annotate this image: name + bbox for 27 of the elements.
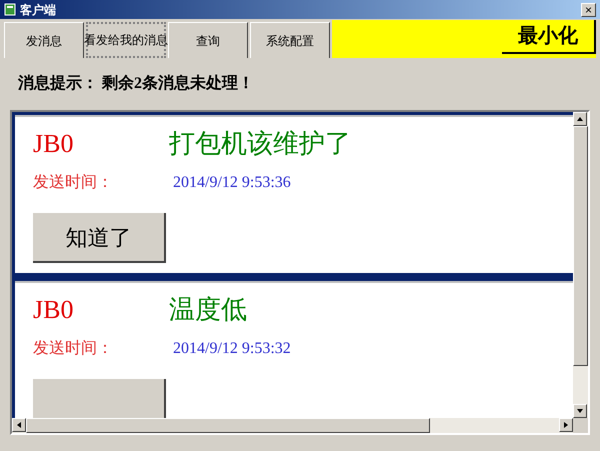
minimize-button[interactable]: 最小化 [502,20,596,54]
message-text: 温度低 [169,294,247,326]
scroll-up-icon[interactable] [573,112,587,126]
message-text: 打包机该维护了 [169,128,351,160]
send-time-label: 发送时间： [33,338,114,359]
scroll-down-icon[interactable] [573,404,587,418]
acknowledge-button[interactable]: 知道了 [33,213,166,263]
tab[interactable]: 查询 [168,22,248,58]
sender-text: JB0 [33,294,74,326]
scroll-left-icon[interactable] [12,418,26,432]
tab[interactable]: 发消息 [4,22,84,58]
scroll-right-icon[interactable] [559,418,573,432]
send-time-value: 2014/9/12 9:53:32 [173,339,291,359]
sender-text: JB0 [33,128,74,160]
window-title: 客户端 [20,2,57,18]
horizontal-scrollbar[interactable] [12,418,573,433]
scroll-thumb[interactable] [573,126,588,366]
scrollbar-corner [573,418,588,433]
vertical-scrollbar[interactable] [573,112,588,418]
send-time-label: 发送时间： [33,172,114,193]
app-icon [4,3,16,16]
tab[interactable]: 看发给我的消息 [86,22,166,58]
notice-text: 消息提示： 剩余2条消息未处理！ [17,74,255,94]
send-time-value: 2014/9/12 9:53:36 [173,173,291,193]
tab[interactable]: 系统配置 [250,22,330,58]
scroll-thumb[interactable] [26,418,430,433]
close-button[interactable]: × [581,2,596,16]
